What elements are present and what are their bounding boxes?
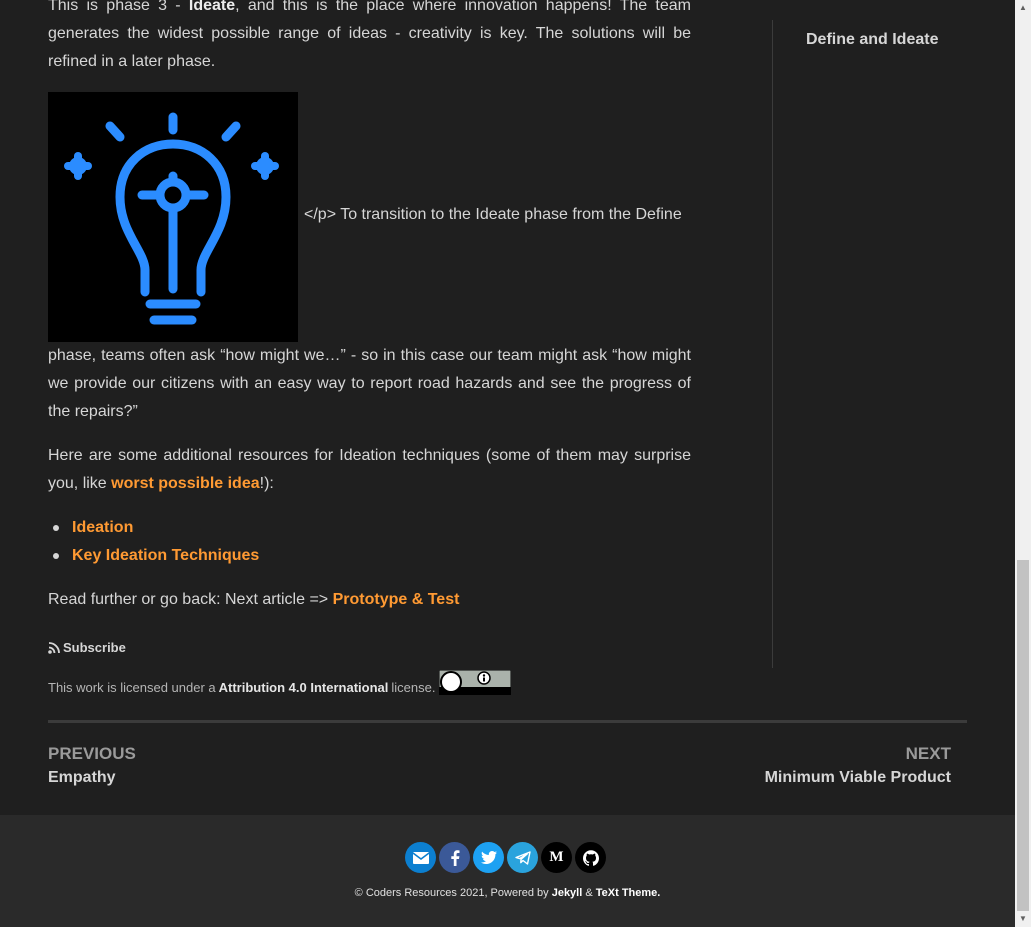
- github-icon[interactable]: [575, 842, 606, 873]
- twitter-icon[interactable]: [473, 842, 504, 873]
- medium-icon[interactable]: M: [541, 842, 572, 873]
- resources-list: Ideation Key Ideation Techniques: [48, 514, 691, 570]
- transition-paragraph: phase, teams often ask “how might we…” -…: [48, 347, 691, 420]
- worst-possible-idea-link[interactable]: worst possible idea: [111, 475, 259, 492]
- resources-paragraph: Here are some additional resources for I…: [48, 447, 691, 492]
- bullet: [53, 525, 59, 531]
- next-article-paragraph: Read further or go back: Next article =>…: [48, 591, 460, 608]
- next-label[interactable]: NEXT: [906, 744, 951, 764]
- ideation-link[interactable]: Ideation: [72, 519, 133, 536]
- email-icon[interactable]: [405, 842, 436, 873]
- previous-label[interactable]: PREVIOUS: [48, 744, 136, 764]
- image-inline-text: </p> To transition to the Ideate phase f…: [304, 206, 682, 223]
- ideate-bold: Ideate: [188, 0, 236, 14]
- scrollbar-thumb[interactable]: [1017, 560, 1029, 911]
- list-item: Ideation: [48, 514, 691, 542]
- toc-item-define-and-ideate[interactable]: Define and Ideate: [806, 31, 938, 49]
- telegram-icon[interactable]: [507, 842, 538, 873]
- next-article-link[interactable]: Minimum Viable Product: [765, 769, 951, 787]
- previous-article-link[interactable]: Empathy: [48, 769, 116, 787]
- license-link[interactable]: Attribution 4.0 International: [219, 680, 389, 695]
- subscribe-label: Subscribe: [63, 640, 126, 655]
- list-item: Key Ideation Techniques: [48, 542, 691, 570]
- copyright: © Coders Resources 2021, Powered by Jeky…: [354, 887, 661, 899]
- license-notice: This work is licensed under a Attributio…: [48, 667, 512, 695]
- text-theme-link[interactable]: TeXt Theme: [596, 887, 658, 899]
- social-links: M: [405, 842, 606, 873]
- facebook-icon[interactable]: [439, 842, 470, 873]
- intro-paragraph: This is phase 3 - Ideate, and this is th…: [48, 0, 691, 76]
- key-ideation-techniques-link[interactable]: Key Ideation Techniques: [72, 547, 259, 564]
- subscribe-link[interactable]: Subscribe: [48, 640, 126, 655]
- bullet: [53, 553, 59, 559]
- scroll-down-icon[interactable]: ▼: [1015, 911, 1031, 927]
- divider: [48, 720, 967, 723]
- image-row: </p> To transition to the Ideate phase f…: [48, 92, 691, 342]
- page: This is phase 3 - Ideate, and this is th…: [0, 0, 1015, 927]
- sidebar-divider: [772, 20, 773, 668]
- rss-icon: [48, 641, 60, 654]
- lightbulb-image: [48, 92, 298, 342]
- prototype-test-link[interactable]: Prototype & Test: [333, 591, 460, 608]
- cc-by-badge-icon[interactable]: [439, 670, 512, 695]
- footer: M © Coders Resources 2021, Powered by Je…: [0, 815, 1015, 927]
- scroll-up-icon[interactable]: ▲: [1015, 0, 1031, 16]
- jekyll-link[interactable]: Jekyll: [552, 887, 583, 899]
